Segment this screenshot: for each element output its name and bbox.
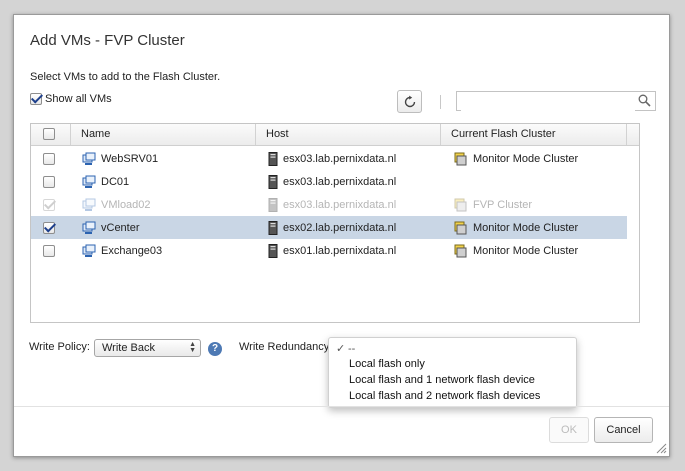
search-icon[interactable]: [638, 94, 651, 107]
row-checkbox: [43, 198, 55, 211]
row-checkbox[interactable]: [43, 152, 55, 165]
host-icon: [268, 151, 278, 166]
write-redundancy-dropdown[interactable]: ✓ -- Local flash only Local flash and 1 n…: [328, 337, 577, 408]
host-icon: [268, 243, 278, 258]
help-icon[interactable]: ?: [208, 342, 222, 356]
search-input[interactable]: [461, 93, 635, 111]
show-all-vms-checkbox[interactable]: Show all VMs: [30, 93, 112, 105]
redundancy-option[interactable]: ✓ --: [336, 342, 355, 355]
flash-cluster-icon: [454, 244, 467, 257]
row-checkbox[interactable]: [43, 244, 55, 257]
row-checkbox[interactable]: [43, 175, 55, 188]
vm-name: DC01: [101, 175, 130, 188]
vm-name: vCenter: [101, 221, 140, 234]
vm-icon: [82, 221, 96, 234]
table-row[interactable]: Exchange03 esx01.lab.pernixdata.nl Monit…: [31, 239, 627, 262]
flash-cluster: Monitor Mode Cluster: [473, 221, 579, 234]
vm-table: Name Host Current Flash Cluster WebSRV01…: [30, 123, 640, 323]
select-all-header[interactable]: [31, 124, 71, 145]
redundancy-option[interactable]: Local flash and 1 network flash device: [349, 374, 535, 386]
footer-divider: [14, 406, 669, 407]
table-row[interactable]: vCenter esx02.lab.pernixdata.nl Monitor …: [31, 216, 627, 239]
ok-button[interactable]: OK: [549, 417, 589, 443]
vm-host: esx03.lab.pernixdata.nl: [283, 175, 397, 188]
table-row[interactable]: WebSRV01 esx03.lab.pernixdata.nl Monitor…: [31, 147, 627, 170]
host-icon: [268, 174, 278, 189]
row-checkbox[interactable]: [43, 221, 55, 234]
dialog-subtitle: Select VMs to add to the Flash Cluster.: [30, 71, 221, 83]
resize-grip-icon[interactable]: [656, 443, 667, 454]
flash-cluster-icon: [454, 198, 467, 211]
add-vms-dialog: Add VMs - FVP Cluster Select VMs to add …: [13, 14, 670, 457]
refresh-icon: [404, 95, 415, 107]
host-icon: [268, 220, 278, 235]
vm-host: esx03.lab.pernixdata.nl: [283, 152, 397, 165]
flash-cluster: FVP Cluster: [473, 198, 533, 211]
vm-name: Exchange03: [101, 244, 163, 257]
refresh-button[interactable]: [397, 90, 422, 113]
column-header-host[interactable]: Host: [256, 124, 441, 145]
select-all-checkbox[interactable]: [43, 128, 55, 140]
vm-name: WebSRV01: [101, 152, 159, 165]
vm-icon: [82, 198, 96, 211]
check-icon: ✓: [336, 343, 346, 355]
table-row: VMload02 esx03.lab.pernixdata.nl FVP Clu…: [31, 193, 627, 216]
flash-cluster: Monitor Mode Cluster: [473, 244, 579, 257]
write-policy-select[interactable]: Write Back ▲ ▼: [94, 339, 201, 357]
vm-host: esx03.lab.pernixdata.nl: [283, 198, 397, 211]
flash-cluster-icon: [454, 152, 467, 165]
host-icon: [268, 197, 278, 212]
toolbar-separator: [440, 95, 441, 109]
show-all-label: Show all VMs: [45, 93, 112, 105]
write-redundancy-label: Write Redundancy: [239, 341, 330, 353]
vm-host: esx01.lab.pernixdata.nl: [283, 244, 397, 257]
redundancy-option[interactable]: Local flash only: [349, 358, 425, 370]
vm-icon: [82, 152, 96, 165]
vm-name: VMload02: [101, 198, 151, 211]
cancel-button[interactable]: Cancel: [594, 417, 653, 443]
table-row[interactable]: DC01 esx03.lab.pernixdata.nl: [31, 170, 627, 193]
flash-cluster: Monitor Mode Cluster: [473, 152, 579, 165]
table-header: Name Host Current Flash Cluster: [31, 124, 639, 146]
column-header-cluster[interactable]: Current Flash Cluster: [441, 124, 627, 145]
vm-icon: [82, 244, 96, 257]
column-header-name[interactable]: Name: [71, 124, 256, 145]
flash-cluster-icon: [454, 221, 467, 234]
search-box[interactable]: [456, 91, 656, 111]
write-policy-label: Write Policy:: [29, 341, 90, 353]
show-all-checkbox-box[interactable]: [30, 93, 42, 105]
vm-icon: [82, 175, 96, 188]
select-arrows-icon: ▲ ▼: [189, 341, 196, 354]
dialog-title: Add VMs - FVP Cluster: [30, 32, 185, 49]
vm-host: esx02.lab.pernixdata.nl: [283, 221, 397, 234]
redundancy-option[interactable]: Local flash and 2 network flash devices: [349, 390, 540, 402]
write-policy-value: Write Back: [102, 342, 155, 354]
